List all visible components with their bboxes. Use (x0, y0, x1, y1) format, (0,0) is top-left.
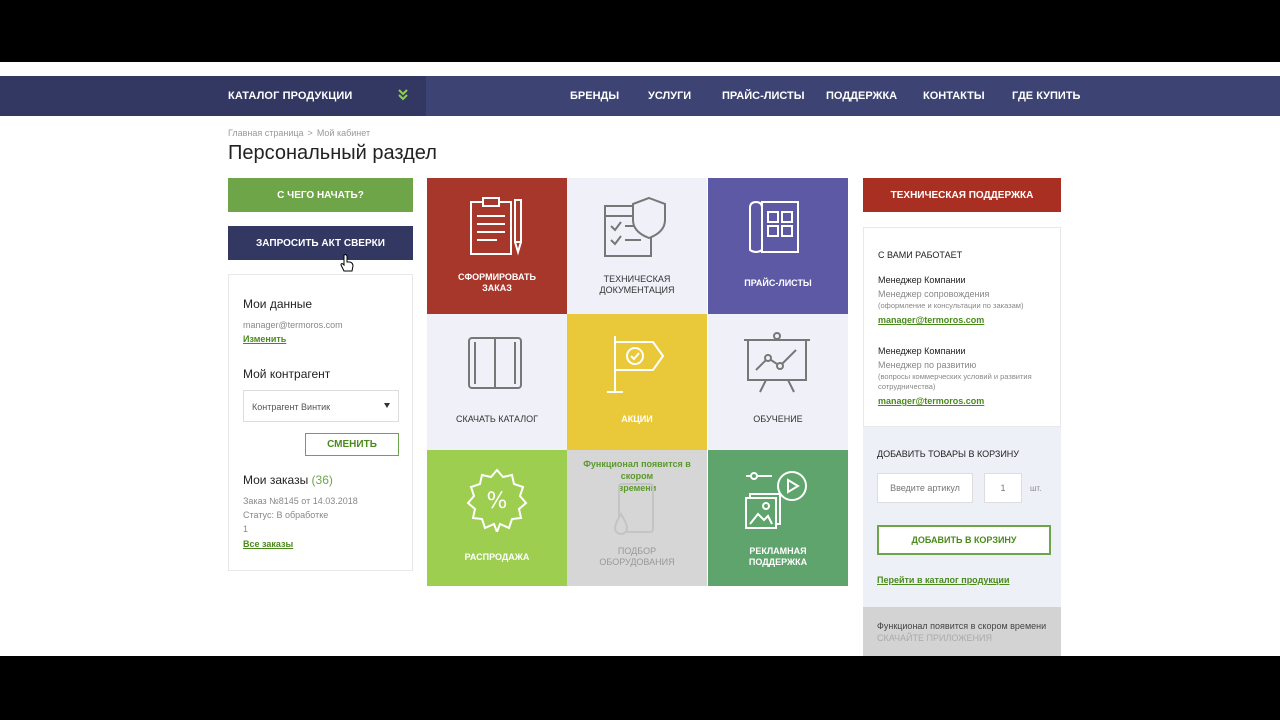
top-navbar: КАТАЛОГ ПРОДУКЦИИ БРЕНДЫ УСЛУГИ ПРАЙС-ЛИ… (0, 76, 1280, 116)
tech-support-button[interactable]: ТЕХНИЧЕСКАЯ ПОДДЕРЖКА (863, 178, 1061, 212)
tile-equipment-label-1: ПОДБОР (617, 546, 657, 556)
tile-download-catalog[interactable]: СКАЧАТЬ КАТАЛОГ (427, 314, 567, 450)
tile-tech-docs-label-2: ДОКУМЕНТАЦИЯ (599, 285, 675, 295)
svg-text:%: % (487, 489, 508, 514)
clipboard-icon (470, 197, 522, 256)
cart-panel-title: ДОБАВИТЬ ТОВАРЫ В КОРЗИНУ (877, 449, 1020, 459)
manager2-title: Менеджер Компании (878, 346, 966, 356)
breadcrumb-current: Мой кабинет (316, 128, 371, 138)
tile-tech-docs[interactable]: ТЕХНИЧЕСКАЯ ДОКУМЕНТАЦИЯ (567, 178, 707, 314)
tile-price-lists-label: ПРАЙС-ЛИСТЫ (744, 278, 812, 288)
flag-icon (607, 336, 665, 393)
coming-soon-line-1: Функционал появится в скором (583, 459, 691, 481)
user-email: manager@termoros.com (243, 320, 343, 330)
counterparty-value: Контрагент Винтик (252, 402, 331, 412)
percent-badge-icon: % (466, 468, 528, 532)
orders-title: Мои заказы (36) (243, 473, 333, 487)
manager2-note: (вопросы коммерческих условий и развития… (878, 372, 1032, 391)
apps-panel: Функционал появится в скором времени СКА… (863, 607, 1061, 656)
apps-coming-soon: Функционал появится в скором времени (877, 621, 1047, 631)
nav-price-lists[interactable]: ПРАЙС-ЛИСТЫ (722, 90, 805, 102)
go-to-catalog-link[interactable]: Перейти в каталог продукции (877, 575, 1010, 585)
orders-title-label: Мои заказы (243, 473, 309, 487)
article-input[interactable]: Введите артикул (877, 473, 973, 503)
catalog-label: КАТАЛОГ ПРОДУКЦИИ (228, 90, 353, 102)
counterparty-title: Мой контрагент (243, 367, 331, 381)
tile-marketing-label-2: ПОДДЕРЖКА (748, 557, 808, 567)
book-icon (468, 337, 522, 389)
tile-promotions[interactable]: АКЦИИ (567, 314, 707, 450)
breadcrumb: Главная страница > Мой кабинет (228, 128, 374, 138)
order-line: Заказ №8145 от 14.03.2018 (243, 496, 358, 506)
managers-card: С ВАМИ РАБОТАЕТ Менеджер Компании Менедж… (863, 227, 1061, 427)
media-icon (745, 471, 807, 529)
orders-count: (36) (311, 473, 333, 487)
add-to-cart-button[interactable]: ДОБАВИТЬ В КОРЗИНУ (877, 525, 1051, 555)
tile-make-order[interactable]: СФОРМИРОВАТЬ ЗАКАЗ (427, 178, 567, 314)
document-shield-icon (604, 196, 666, 257)
nav-contacts[interactable]: КОНТАКТЫ (923, 90, 985, 102)
page-viewport: КАТАЛОГ ПРОДУКЦИИ БРЕНДЫ УСЛУГИ ПРАЙС-ЛИ… (0, 62, 1280, 656)
manager1-note: (оформление и консультации по заказам) (878, 301, 1024, 310)
tile-training[interactable]: ОБУЧЕНИЕ (708, 314, 848, 450)
breadcrumb-home[interactable]: Главная страница (228, 128, 304, 138)
quantity-unit: шт. (1030, 484, 1042, 493)
get-started-button[interactable]: С ЧЕГО НАЧАТЬ? (228, 178, 413, 212)
request-reconciliation-button[interactable]: ЗАПРОСИТЬ АКТ СВЕРКИ (228, 226, 413, 260)
nav-services[interactable]: УСЛУГИ (648, 90, 691, 102)
tile-equipment-label-2: ОБОРУДОВАНИЯ (599, 557, 675, 567)
presentation-icon (744, 332, 810, 393)
working-with-title: С ВАМИ РАБОТАЕТ (878, 250, 963, 260)
tile-tech-docs-label-1: ТЕХНИЧЕСКАЯ (603, 274, 671, 284)
tile-make-order-label-1: СФОРМИРОВАТЬ (458, 272, 536, 282)
my-data-title: Мои данные (243, 297, 313, 311)
all-orders-link[interactable]: Все заказы (243, 539, 293, 549)
tile-promotions-label: АКЦИИ (621, 414, 653, 424)
price-list-icon (749, 200, 799, 253)
order-status: Статус: В обработке (243, 510, 329, 520)
tile-marketing-support[interactable]: РЕКЛАМНАЯ ПОДДЕРЖКА (708, 450, 848, 586)
tile-sale[interactable]: % РАСПРОДАЖА (427, 450, 567, 586)
catalog-dropdown-button[interactable]: КАТАЛОГ ПРОДУКЦИИ (0, 76, 426, 116)
tile-equipment-selection: Функционал появится в скором времени ПОДБ… (567, 450, 707, 586)
nav-support[interactable]: ПОДДЕРЖКА (826, 90, 897, 102)
chevron-down-icon (398, 89, 408, 101)
change-counterparty-button[interactable]: СМЕНИТЬ (305, 433, 399, 456)
manager2-email-link[interactable]: manager@termoros.com (878, 396, 984, 406)
tile-price-lists[interactable]: ПРАЙС-ЛИСТЫ (708, 178, 848, 314)
manager1-email-link[interactable]: manager@termoros.com (878, 315, 984, 325)
download-apps-label: СКАЧАЙТЕ ПРИЛОЖЕНИЯ (877, 633, 992, 643)
tile-training-label: ОБУЧЕНИЕ (753, 414, 803, 424)
edit-profile-link[interactable]: Изменить (243, 334, 286, 344)
breadcrumb-separator: > (307, 128, 313, 138)
nav-where-to-buy[interactable]: ГДЕ КУПИТЬ (1012, 90, 1080, 102)
tile-make-order-label-2: ЗАКАЗ (482, 283, 512, 293)
manager1-role: Менеджер сопровождения (878, 289, 990, 299)
tile-sale-label: РАСПРОДАЖА (464, 552, 530, 562)
manager2-role: Менеджер по развитию (878, 360, 977, 370)
quantity-input[interactable]: 1 (984, 473, 1022, 503)
quick-add-cart-panel: ДОБАВИТЬ ТОВАРЫ В КОРЗИНУ Введите артику… (863, 427, 1061, 607)
dropdown-arrow-icon (384, 403, 390, 408)
tablet-drop-icon (613, 483, 654, 535)
hand-cursor-icon (340, 254, 354, 272)
profile-card: Мои данные manager@termoros.com Изменить… (228, 274, 413, 571)
page-title: Персональный раздел (228, 142, 437, 164)
tile-marketing-label-1: РЕКЛАМНАЯ (749, 546, 807, 556)
order-quantity: 1 (243, 524, 249, 534)
counterparty-select[interactable]: Контрагент Винтик (243, 390, 399, 422)
manager1-title: Менеджер Компании (878, 275, 966, 285)
nav-brands[interactable]: БРЕНДЫ (570, 90, 619, 102)
tile-download-catalog-label: СКАЧАТЬ КАТАЛОГ (456, 414, 538, 424)
